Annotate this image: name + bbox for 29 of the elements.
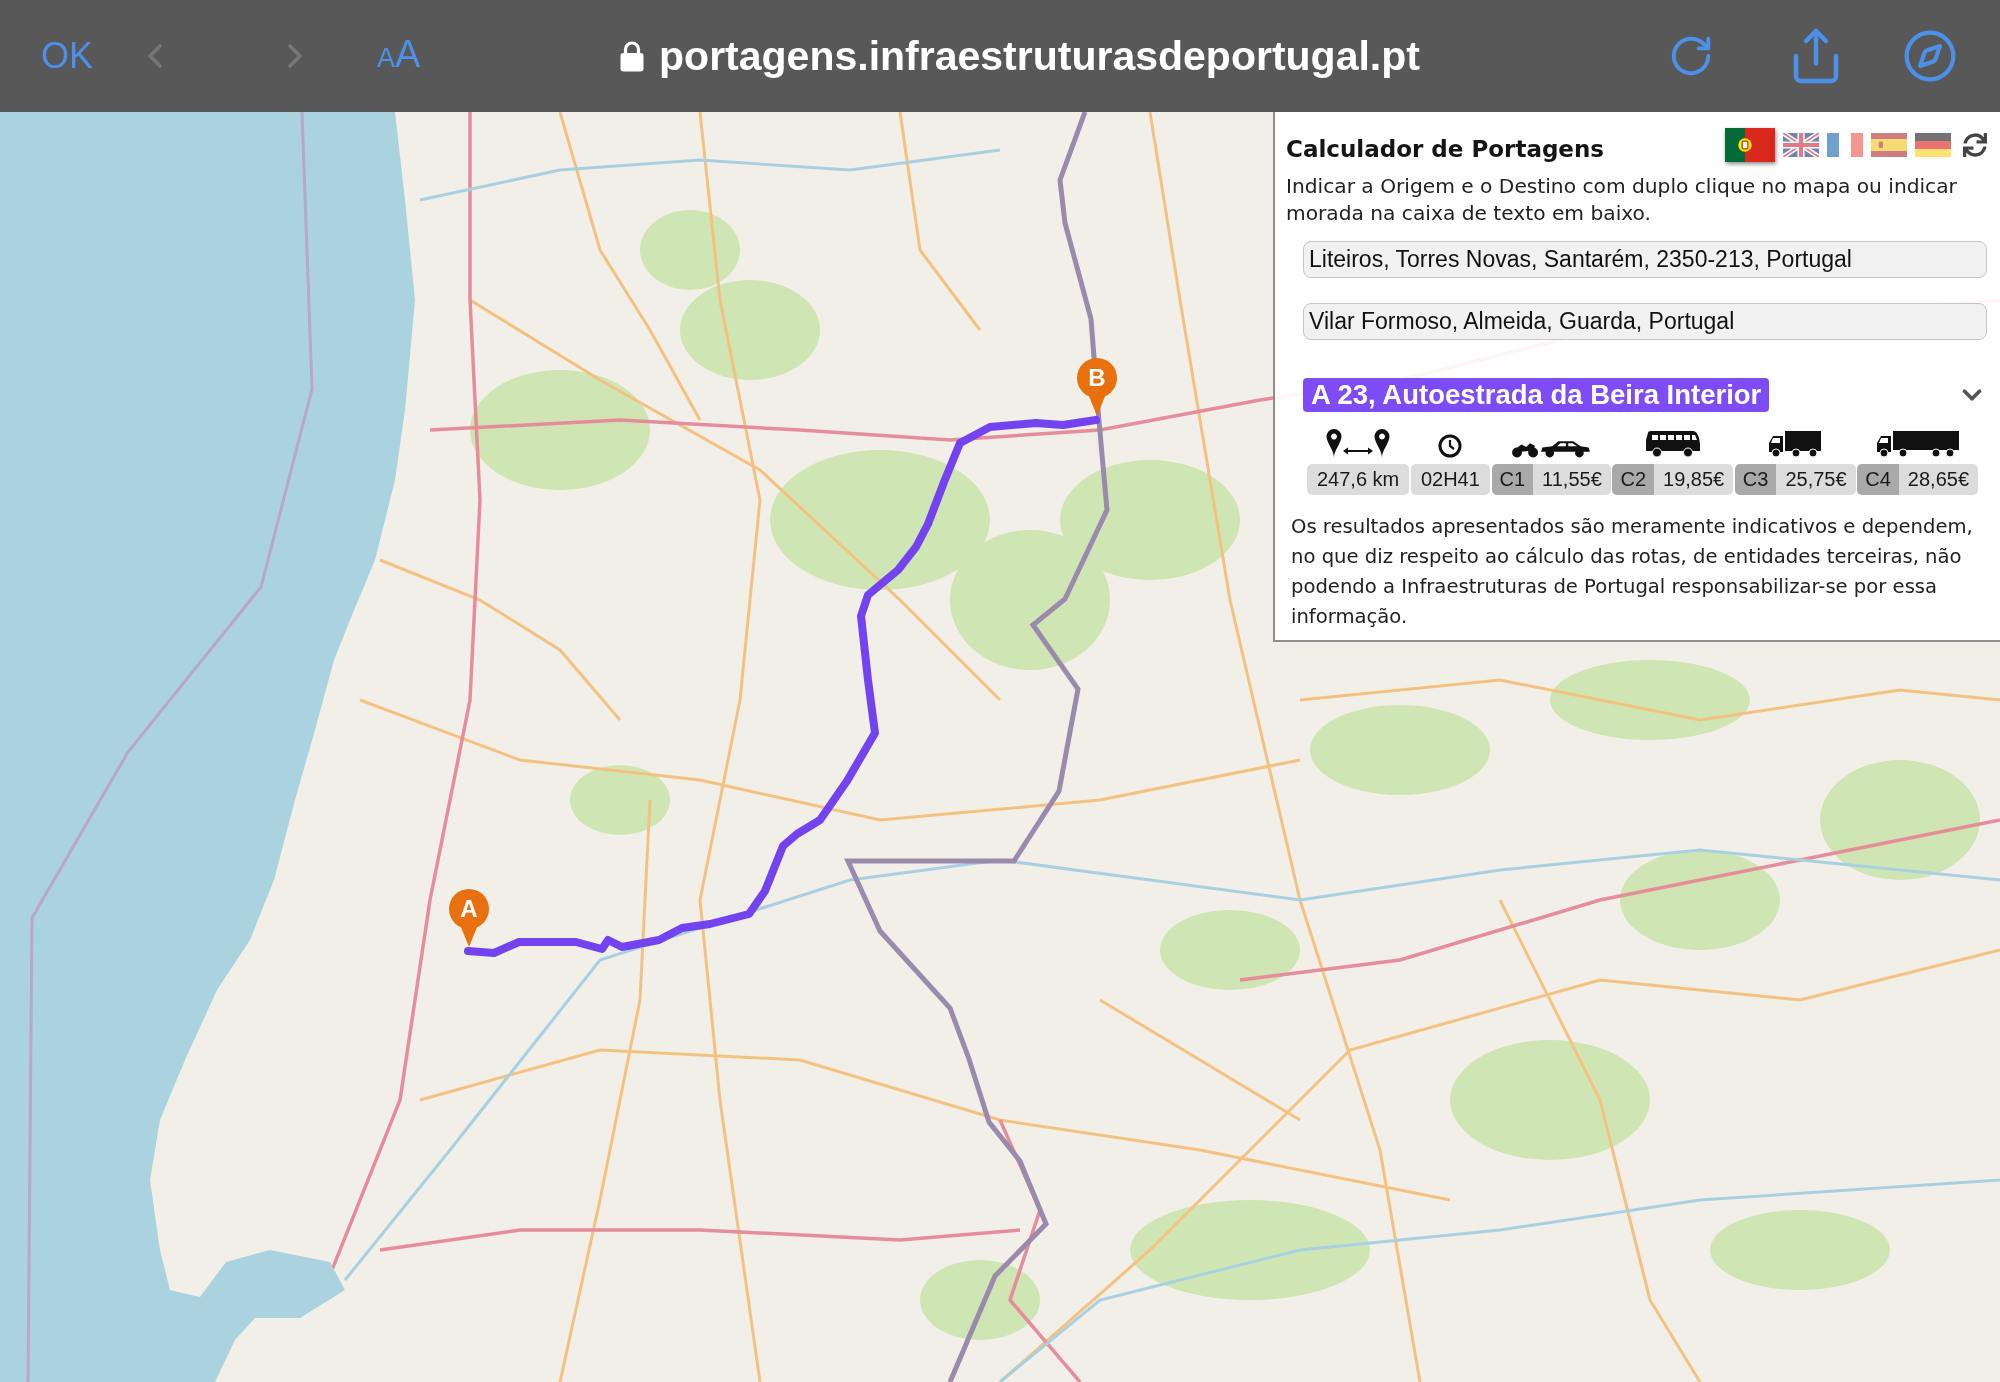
disclaimer-text: Os resultados apresentados são meramente indicativos e dependem, no que diz respeito ao cálculo das rotas, de entidades terceiras, não podendo a Infraestruturas de Portugal responsabilizar-se por essa informação. — [1291, 514, 1974, 630]
germany-flag-icon[interactable] — [1915, 133, 1951, 157]
toll-price: 11,55€ — [1533, 464, 1611, 495]
long-truck-icon — [1875, 430, 1960, 458]
vehicle-class-label: C4 — [1857, 464, 1899, 495]
truck-icon — [1768, 430, 1823, 458]
destination-field[interactable]: Vilar Formoso, Almeida, Guarda, Portugal — [1303, 303, 1987, 340]
vehicle-class-label: C3 — [1734, 464, 1777, 495]
vehicle-class-label: C1 — [1491, 464, 1534, 495]
toll-price: 19,85€ — [1654, 464, 1734, 495]
origin-field[interactable]: Liteiros, Torres Novas, Santarém, 2350-213, Portugal — [1303, 241, 1987, 278]
route-name[interactable]: A 23, Autoestrada da Beira Interior — [1303, 378, 1770, 412]
instructions-text: Indicar a Origem e o Destino com duplo clique no mapa ou indicar morada na caixa de texto em baixo. — [1286, 173, 1958, 227]
address-bar[interactable]: portagens.infraestruturasdeportugal.pt — [620, 32, 1420, 80]
uk-flag-icon[interactable] — [1783, 133, 1819, 157]
duration-value: 02H41 — [1410, 464, 1490, 495]
distance-value: 247,6 km — [1307, 464, 1410, 495]
minibus-icon — [1644, 430, 1701, 458]
portugal-flag-icon[interactable] — [1725, 128, 1775, 162]
panel-title: Calculador de Portagens — [1286, 135, 1605, 162]
compass-icon[interactable] — [1902, 28, 1958, 84]
toll-price: 28,65€ — [1898, 464, 1978, 495]
spain-flag-icon[interactable] — [1871, 133, 1907, 157]
refresh-icon[interactable] — [1963, 133, 1987, 157]
france-flag-icon[interactable] — [1827, 133, 1863, 157]
distance-icon — [1326, 428, 1391, 458]
clock-icon — [1438, 434, 1463, 458]
vehicle-class-label: C2 — [1612, 464, 1654, 495]
toll-price: 25,75€ — [1776, 464, 1856, 495]
